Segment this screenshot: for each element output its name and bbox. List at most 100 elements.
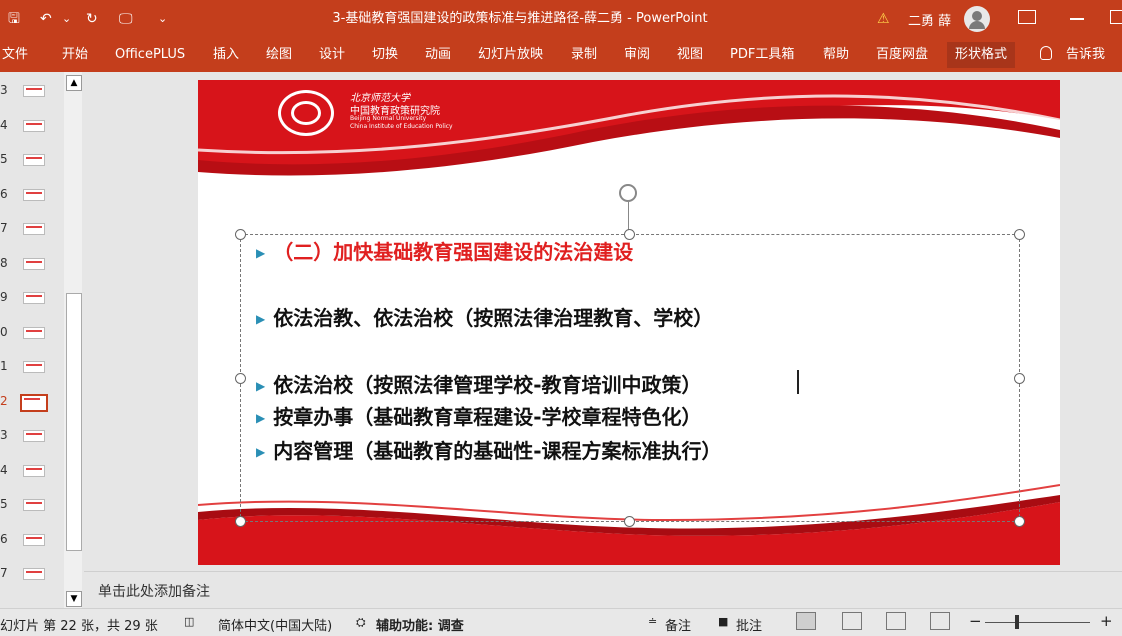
thumbnail-number: 4 xyxy=(0,117,8,132)
thumbnail-number: 8 xyxy=(0,255,8,270)
tab-slideshow[interactable]: 幻灯片放映 xyxy=(478,47,543,63)
slide-thumbnail[interactable] xyxy=(23,499,45,511)
resize-handle-right[interactable] xyxy=(1014,373,1025,384)
bullet-item[interactable]: ▶ 依法治教、依法治校（按照法律治理教育、学校） xyxy=(256,302,713,331)
slide-canvas[interactable]: 北京师范大学 中国教育政策研究院 Beijing Normal Universi… xyxy=(198,80,1060,565)
zoom-slider[interactable] xyxy=(985,622,1090,623)
slide-thumbnail[interactable] xyxy=(23,361,45,373)
bullet-text: 依法治教、依法治校（按照法律治理教育、学校） xyxy=(273,306,714,330)
resize-handle-left[interactable] xyxy=(235,373,246,384)
rotate-handle-icon[interactable] xyxy=(619,184,637,202)
slide-thumbnail[interactable] xyxy=(23,154,45,166)
zoom-out-button[interactable]: − xyxy=(969,612,982,630)
thumbnail-number: 2 xyxy=(0,393,8,408)
bullet-text: 依法治校（按照法律管理学校-教育培训中政策） xyxy=(273,373,702,397)
bullet-icon: ▶ xyxy=(256,246,266,260)
thumbnail-number: 6 xyxy=(0,531,8,546)
lightbulb-icon[interactable] xyxy=(1040,46,1052,60)
slide-thumbnail-selected[interactable] xyxy=(20,393,48,412)
slide-sorter-view-icon[interactable] xyxy=(842,612,862,630)
bullet-icon: ▶ xyxy=(256,379,266,393)
accessibility-status[interactable]: 辅助功能: 调查 xyxy=(376,615,464,634)
tab-tell-me[interactable]: 告诉我 xyxy=(1066,47,1105,63)
resize-handle-bottom-left[interactable] xyxy=(235,516,246,527)
tab-help[interactable]: 帮助 xyxy=(823,47,849,63)
thumbnail-number: 5 xyxy=(0,152,8,166)
thumbnail-number: 5 xyxy=(0,497,8,511)
restore-icon[interactable] xyxy=(1110,10,1122,24)
logo-english-line1: Beijing Normal University xyxy=(350,115,427,122)
slide-thumbnail[interactable] xyxy=(23,430,45,442)
ribbon-display-options-icon[interactable] xyxy=(1018,10,1036,24)
status-bar: 幻灯片 第 22 张，共 29 张 ◫ 简体中文(中国大陆) ⛭ 辅助功能: 调… xyxy=(0,608,1122,636)
tab-record[interactable]: 录制 xyxy=(571,47,597,63)
slide-heading[interactable]: ▶ （二）加快基础教育强国建设的法治建设 xyxy=(256,236,633,265)
tab-draw[interactable]: 绘图 xyxy=(266,47,292,63)
slide-thumbnail[interactable] xyxy=(23,188,45,201)
zoom-slider-thumb[interactable] xyxy=(1015,615,1020,629)
tab-transitions[interactable]: 切换 xyxy=(372,47,398,63)
bullet-text: 按章办事（基础教育章程建设-学校章程特色化） xyxy=(273,405,702,429)
avatar[interactable] xyxy=(964,6,990,32)
spellcheck-icon[interactable]: ◫ xyxy=(184,615,194,628)
tab-review[interactable]: 审阅 xyxy=(624,47,650,63)
bullet-text: 内容管理（基础教育的基础性-课程方案标准执行） xyxy=(273,439,722,463)
tab-insert[interactable]: 插入 xyxy=(213,47,239,63)
slide-thumbnail[interactable] xyxy=(23,223,45,235)
notes-icon: ≐ xyxy=(648,615,658,628)
accessibility-icon: ⛭ xyxy=(356,615,366,629)
tab-officeplus[interactable]: OfficePLUS xyxy=(115,47,185,63)
bullet-item[interactable]: ▶ 内容管理（基础教育的基础性-课程方案标准执行） xyxy=(256,435,722,464)
resize-handle-top-right[interactable] xyxy=(1014,229,1025,240)
bullet-item[interactable]: ▶ 按章办事（基础教育章程建设-学校章程特色化） xyxy=(256,401,702,430)
slide-thumbnail[interactable] xyxy=(23,292,45,304)
language-indicator[interactable]: 简体中文(中国大陆) xyxy=(218,615,332,634)
slide-thumbnail[interactable] xyxy=(23,464,45,477)
user-name[interactable]: 二勇 薛 xyxy=(908,10,951,29)
slide-counter: 幻灯片 第 22 张，共 29 张 xyxy=(0,619,158,634)
normal-view-icon[interactable] xyxy=(796,612,816,630)
slide-thumbnail[interactable] xyxy=(23,568,45,580)
tab-pdf-toolbox[interactable]: PDF工具箱 xyxy=(730,47,794,63)
thumbnail-number: 6 xyxy=(0,186,8,201)
scrollbar-thumb[interactable] xyxy=(66,293,82,551)
thumbnail-number: 1 xyxy=(0,359,8,373)
heading-text: （二）加快基础教育强国建设的法治建设 xyxy=(273,240,634,264)
scroll-up-icon[interactable]: ▲ xyxy=(66,75,82,91)
thumbnail-number: 0 xyxy=(0,324,8,339)
bullet-icon: ▶ xyxy=(256,445,266,459)
thumbnail-number: 4 xyxy=(0,462,8,477)
slide-thumbnail[interactable] xyxy=(23,326,45,339)
tab-design[interactable]: 设计 xyxy=(319,47,345,63)
university-seal-logo xyxy=(278,90,334,136)
comments-button[interactable]: 批注 xyxy=(736,615,762,634)
thumbnail-number: 9 xyxy=(0,290,8,304)
slide-thumbnail[interactable] xyxy=(23,119,45,132)
resize-handle-bottom[interactable] xyxy=(624,516,635,527)
notes-pane[interactable]: 单击此处添加备注 xyxy=(84,571,1122,609)
slide-thumbnail[interactable] xyxy=(23,257,45,270)
minimize-icon[interactable] xyxy=(1070,18,1084,20)
resize-handle-bottom-right[interactable] xyxy=(1014,516,1025,527)
scroll-down-icon[interactable]: ▼ xyxy=(66,591,82,607)
reading-view-icon[interactable] xyxy=(886,612,906,630)
tab-baidu-netdisk[interactable]: 百度网盘 xyxy=(876,47,928,63)
notes-button[interactable]: 备注 xyxy=(665,615,691,634)
tab-file[interactable]: 文件 xyxy=(2,47,28,63)
slide-thumbnail[interactable] xyxy=(23,533,45,546)
zoom-in-button[interactable]: + xyxy=(1100,612,1113,630)
resize-handle-top-left[interactable] xyxy=(235,229,246,240)
tab-shape-format[interactable]: 形状格式 xyxy=(947,42,1016,68)
warning-icon[interactable]: ⚠ xyxy=(877,11,890,27)
bullet-item[interactable]: ▶ 依法治校（按照法律管理学校-教育培训中政策） xyxy=(256,369,702,398)
tab-home[interactable]: 开始 xyxy=(62,47,88,63)
comments-icon: ■ xyxy=(718,615,729,628)
tab-view[interactable]: 视图 xyxy=(677,47,703,63)
slideshow-view-icon[interactable] xyxy=(930,612,950,630)
notes-placeholder[interactable]: 单击此处添加备注 xyxy=(98,581,210,601)
title-bar: 🖫 ↶ ⌄ ↻ 🖵 ⌄ 3-基础教育强国建设的政策标准与推进路径-薛二勇 - P… xyxy=(0,0,1122,38)
slide-thumbnail[interactable] xyxy=(23,85,45,97)
tab-animations[interactable]: 动画 xyxy=(425,47,451,63)
thumbnail-number: 7 xyxy=(0,221,8,235)
text-cursor xyxy=(797,370,799,394)
